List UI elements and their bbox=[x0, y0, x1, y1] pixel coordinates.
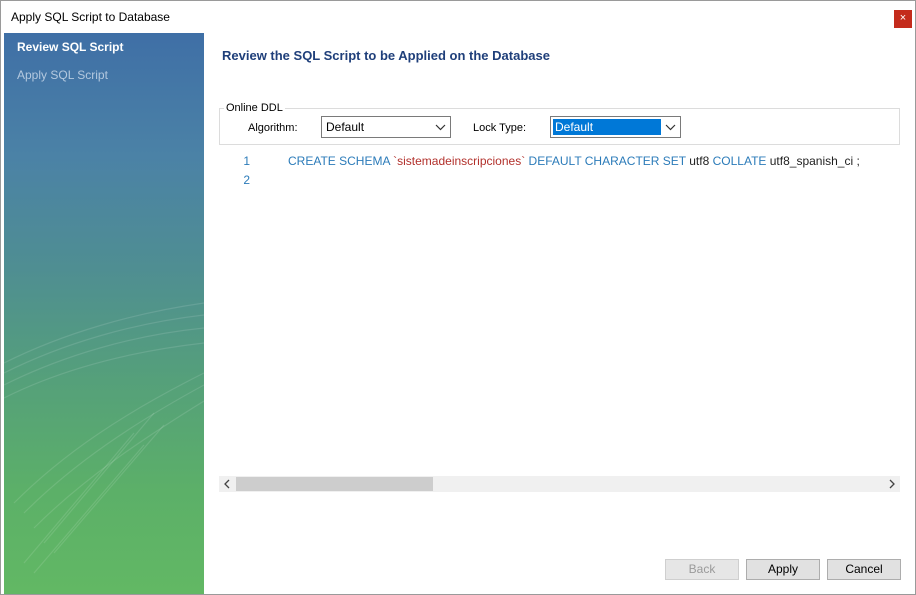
line-number: 2 bbox=[243, 173, 250, 187]
horizontal-scrollbar[interactable] bbox=[219, 476, 900, 492]
line-number: 1 bbox=[243, 154, 250, 168]
algorithm-value: Default bbox=[326, 120, 365, 134]
step-apply-sql-script: Apply SQL Script bbox=[17, 68, 108, 82]
wizard-sidebar: Review SQL Script Apply SQL Script bbox=[4, 33, 204, 594]
code-line-1: CREATE SCHEMA `sistemadeinscripciones` D… bbox=[288, 154, 860, 168]
sidebar-decoration bbox=[4, 302, 204, 574]
sql-charset: utf8 bbox=[689, 154, 710, 168]
page-title: Review the SQL Script to be Applied on t… bbox=[222, 48, 550, 63]
algorithm-select[interactable]: Default bbox=[321, 116, 451, 138]
cancel-button[interactable]: Cancel bbox=[827, 559, 901, 580]
window-title: Apply SQL Script to Database bbox=[11, 10, 170, 24]
chevron-down-icon bbox=[435, 119, 446, 138]
scroll-right-icon[interactable] bbox=[884, 476, 900, 492]
dialog-window: Apply SQL Script to Database × Review SQ… bbox=[0, 0, 916, 595]
lock-type-select[interactable]: Default bbox=[550, 116, 681, 138]
close-button[interactable]: × bbox=[894, 10, 912, 28]
sql-keyword: DEFAULT CHARACTER SET bbox=[528, 154, 686, 168]
title-bar: Apply SQL Script to Database × bbox=[1, 1, 915, 32]
sql-schema-name: `sistemadeinscripciones` bbox=[393, 154, 526, 168]
lock-type-value: Default bbox=[553, 119, 661, 135]
scrollbar-thumb[interactable] bbox=[236, 477, 433, 491]
sql-script-editor[interactable]: 1 2 CREATE SCHEMA `sistemadeinscripcione… bbox=[219, 149, 900, 474]
apply-button[interactable]: Apply bbox=[746, 559, 820, 580]
algorithm-label: Algorithm: bbox=[248, 122, 298, 134]
sql-collation: utf8_spanish_ci ; bbox=[769, 154, 860, 168]
chevron-down-icon bbox=[665, 119, 676, 138]
online-ddl-legend: Online DDL bbox=[224, 102, 285, 114]
sql-keyword: COLLATE bbox=[712, 154, 767, 168]
scroll-left-icon[interactable] bbox=[219, 476, 235, 492]
close-icon: × bbox=[899, 12, 907, 24]
lock-type-label: Lock Type: bbox=[473, 122, 526, 134]
back-button[interactable]: Back bbox=[665, 559, 739, 580]
sql-keyword: CREATE SCHEMA bbox=[288, 154, 390, 168]
step-review-sql-script: Review SQL Script bbox=[17, 40, 124, 54]
